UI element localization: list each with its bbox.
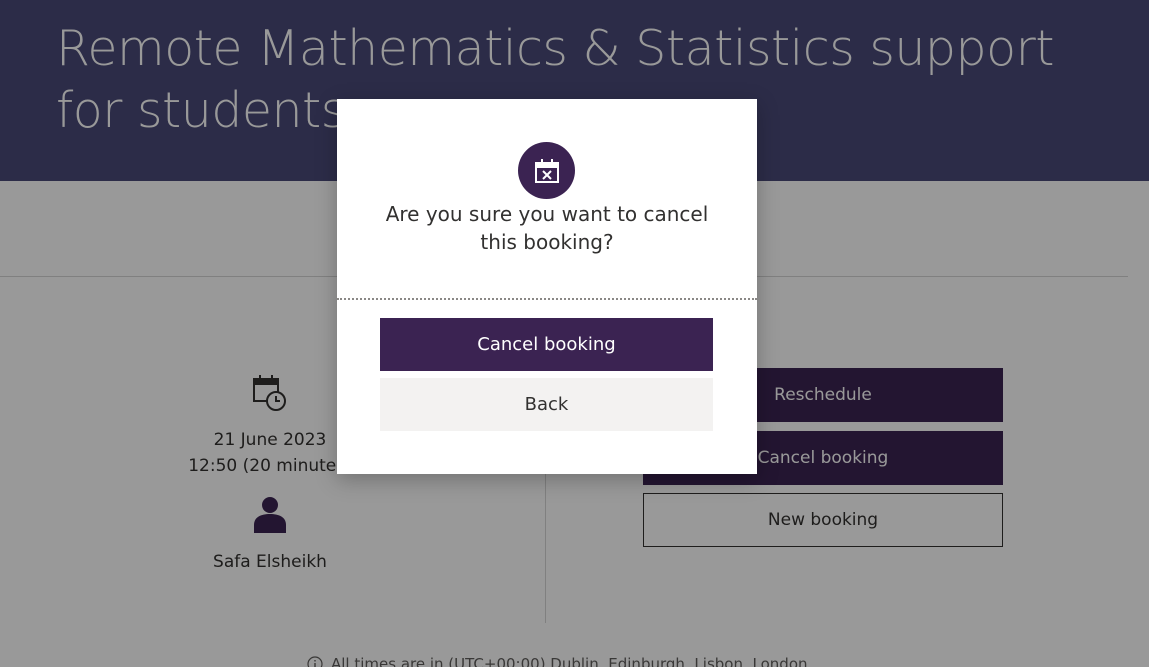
calendar-cancel-icon (534, 158, 559, 183)
dialog-separator (337, 298, 757, 300)
back-button[interactable]: Back (380, 378, 713, 431)
cancel-confirmation-dialog: Are you sure you want to cancel this boo… (337, 99, 757, 474)
confirm-cancel-button[interactable]: Cancel booking (380, 318, 713, 371)
dialog-question: Are you sure you want to cancel this boo… (385, 202, 709, 254)
dialog-icon-badge (518, 142, 575, 199)
